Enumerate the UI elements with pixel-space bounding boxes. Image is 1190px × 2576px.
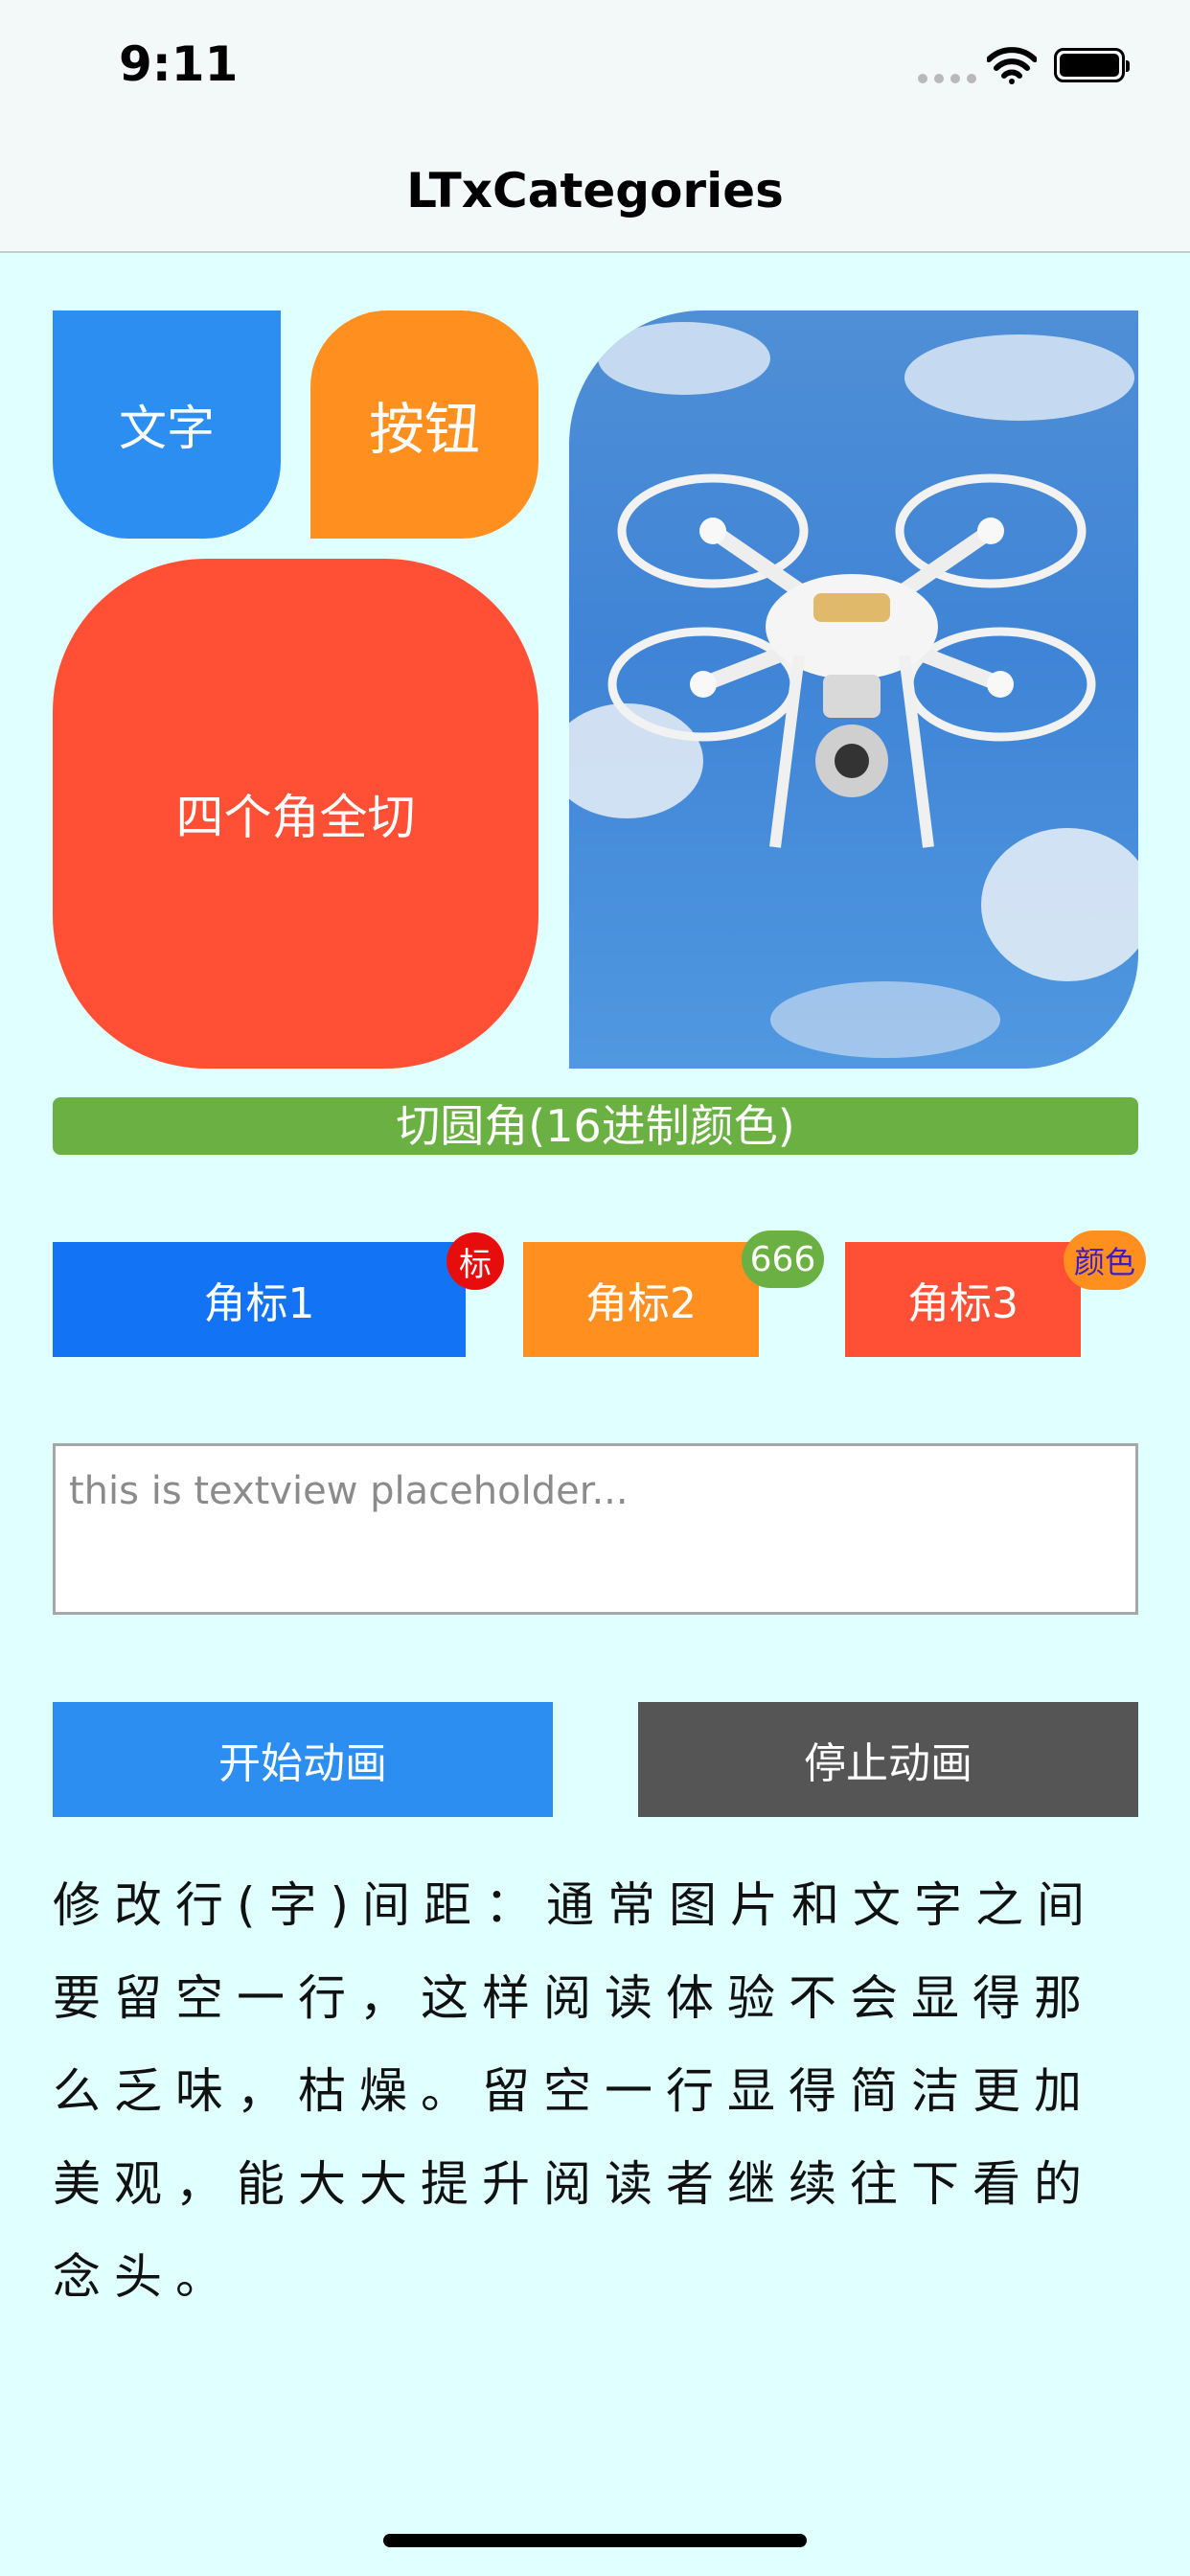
wifi-icon	[987, 47, 1037, 84]
battery-icon	[1054, 48, 1130, 82]
badge-1: 标	[446, 1232, 504, 1290]
text-view-placeholder: this is textview placeholder...	[69, 1469, 629, 1513]
text-tile: 文字	[53, 310, 281, 539]
rounded-corner-label: 切圆角(16进制颜色)	[53, 1097, 1138, 1155]
signal-icon	[918, 69, 983, 87]
all-corners-tile: 四个角全切	[53, 559, 538, 1069]
spacing-paragraph: 修改行(字)间距：通常图片和文字之间要留空一行，这样阅读体验不会显得那么乏味，枯…	[53, 1877, 1099, 2305]
stop-animation-button[interactable]: 停止动画	[638, 1702, 1138, 1817]
text-view[interactable]: this is textview placeholder...	[53, 1443, 1138, 1615]
badge-3: 颜色	[1064, 1230, 1146, 1290]
badge-button-2[interactable]: 角标2	[523, 1242, 759, 1357]
badge-button-3[interactable]: 角标3	[845, 1242, 1081, 1357]
drone-image	[569, 310, 1138, 1069]
start-animation-button[interactable]: 开始动画	[53, 1702, 553, 1817]
button-tile[interactable]: 按钮	[310, 310, 538, 539]
badge-2: 666	[742, 1230, 824, 1288]
badge-button-1[interactable]: 角标1	[53, 1242, 466, 1357]
status-time: 9:11	[119, 36, 239, 92]
page-title: LTxCategories	[406, 163, 784, 218]
home-indicator	[383, 2534, 807, 2547]
